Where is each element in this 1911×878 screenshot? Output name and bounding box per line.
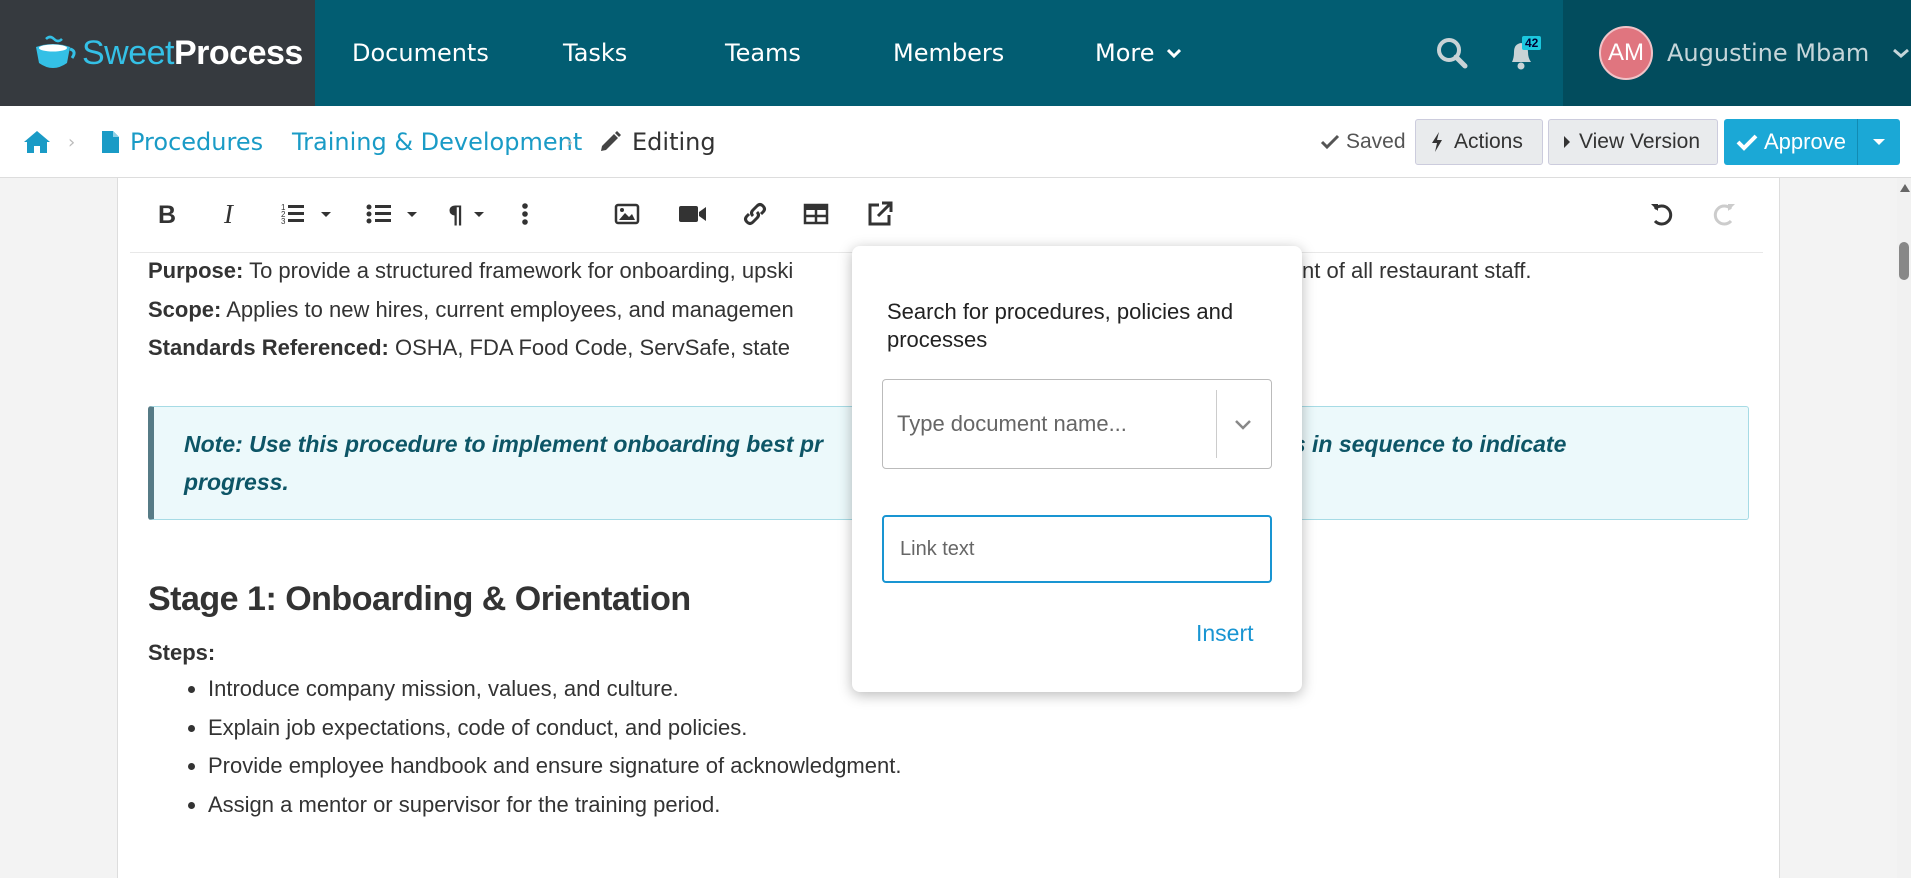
coffee-cup-icon [36,35,76,68]
chevron-down-icon [1893,48,1910,58]
caret-down-icon [1873,139,1885,145]
svg-text:3: 3 [281,217,286,226]
search-icon[interactable] [1436,37,1468,69]
breadcrumb-category[interactable]: Training & Development [292,106,582,178]
check-icon [1736,134,1758,151]
breadcrumb-current: Editing [598,106,716,178]
user-name: Augustine Mbam [1667,39,1870,67]
breadcrumb-procedures-label: Procedures [130,128,264,156]
nav-teams[interactable]: Teams [725,0,801,106]
external-link-icon[interactable] [864,198,896,230]
steps-list: Introduce company mission, values, and c… [148,670,901,824]
link-icon[interactable] [740,198,770,230]
image-icon[interactable] [612,198,642,230]
home-icon [24,131,50,153]
standards-line: Standards Referenced: OSHA, FDA Food Cod… [148,335,790,360]
user-menu[interactable]: AM Augustine Mbam [1563,0,1911,106]
editor-toolbar: B I 1 2 3 ¶ [130,178,1763,253]
nav-documents[interactable]: Documents [352,0,489,106]
avatar: AM [1599,26,1653,80]
list-item: Assign a mentor or supervisor for the tr… [208,786,901,825]
saved-status: Saved [1320,106,1406,178]
table-icon[interactable] [801,198,831,230]
actions-button[interactable]: Actions [1415,119,1543,165]
list-item: Explain job expectations, code of conduc… [208,709,901,748]
redo-icon [1709,198,1739,230]
chevron-right-icon: › [68,131,76,153]
notification-count-badge: 42 [1522,36,1542,50]
caret-right-icon [1564,136,1570,148]
document-search-placeholder: Type document name... [897,411,1127,436]
breadcrumb-home[interactable] [22,106,52,178]
more-vertical-icon[interactable] [515,198,535,230]
purpose-line: Purpose: To provide a structured framewo… [148,258,794,283]
scope-line: Scope: Applies to new hires, current emp… [148,297,794,322]
document-search-select[interactable]: Type document name... [882,379,1272,469]
approve-button[interactable]: Approve [1724,119,1857,165]
nav-more[interactable]: More [1095,0,1181,106]
breadcrumb-current-label: Editing [632,128,716,156]
steps-label: Steps: [148,640,216,665]
nav-tasks[interactable]: Tasks [563,0,627,106]
undo-icon[interactable] [1647,198,1677,230]
nav-more-label: More [1095,39,1155,67]
breadcrumb-procedures[interactable]: Procedures [100,106,263,178]
list-item: Provide employee handbook and ensure sig… [208,747,901,786]
svg-text:¶: ¶ [448,202,463,226]
italic-icon[interactable]: I [214,198,244,230]
actions-label: Actions [1454,130,1523,153]
lightning-bolt-icon [1432,132,1442,152]
select-divider [1216,390,1217,458]
scrollbar-thumb[interactable] [1899,242,1909,280]
chevron-down-icon [1166,48,1181,58]
document-icon [102,131,119,153]
scroll-up-arrow[interactable] [1900,184,1910,192]
bold-icon[interactable]: B [152,198,182,230]
approve-label: Approve [1764,129,1846,154]
breadcrumb-bar: › Procedures Training & Development › Ed… [0,106,1911,178]
insert-link-popup: Search for procedures, policies and proc… [852,246,1302,692]
approve-dropdown-toggle[interactable] [1857,119,1900,165]
page-scrollbar[interactable] [1897,178,1911,878]
note-text-line2: progress. [184,469,289,495]
popup-title: Search for procedures, policies and proc… [887,299,1234,352]
unordered-list-icon[interactable] [362,198,428,230]
view-version-button[interactable]: View Version [1548,119,1718,165]
list-item: Introduce company mission, values, and c… [208,670,901,709]
video-icon[interactable] [675,198,709,230]
saved-label: Saved [1346,130,1406,153]
top-navigation: SweetProcess Documents Tasks Teams Membe… [0,0,1911,106]
svg-text:I: I [223,202,235,226]
sweetprocess-logo[interactable]: SweetProcess [0,0,315,106]
chevron-down-icon[interactable] [1233,410,1253,440]
pencil-icon [601,131,621,151]
view-version-label: View Version [1579,130,1701,153]
stage-heading: Stage 1: Onboarding & Orientation [148,580,691,618]
ordered-list-icon[interactable]: 1 2 3 [276,198,342,230]
insert-button[interactable]: Insert [1196,620,1254,647]
nav-members[interactable]: Members [893,0,1004,106]
check-icon [1320,134,1340,150]
note-text-start: Note: Use this procedure to implement on… [184,431,823,457]
link-text-input[interactable] [882,515,1272,583]
paragraph-icon[interactable]: ¶ [445,198,495,230]
svg-text:B: B [158,202,176,226]
chevron-right-icon: › [566,131,574,153]
note-text-end: ists in sequence to indicate [1266,431,1567,457]
logo-text: SweetProcess [82,33,303,72]
